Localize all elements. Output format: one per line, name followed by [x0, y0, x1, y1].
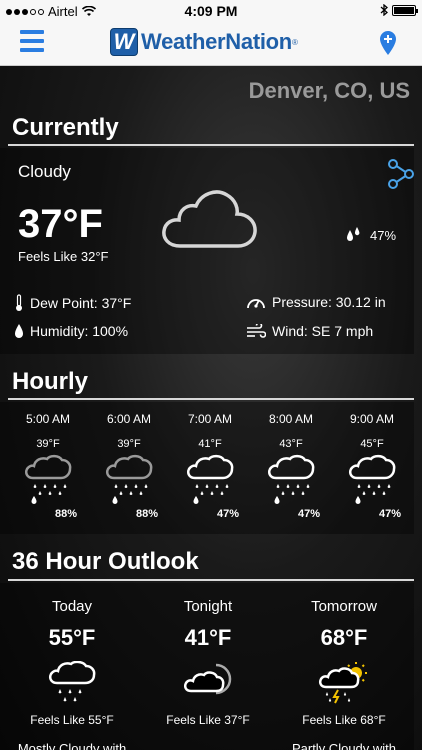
share-icon[interactable] [388, 159, 414, 189]
bluetooth-icon [380, 4, 388, 16]
cloudy-moon-icon [184, 663, 232, 695]
raindrops-icon [347, 227, 360, 241]
logo-registered-mark: ® [291, 37, 298, 47]
hourly-item: 6:00 AM 39°F 88% [94, 412, 164, 520]
cloudy-icon [162, 190, 257, 248]
hourly-item: 7:00 AM 41°F 47% [175, 412, 245, 520]
hourly-time: 9:00 AM [349, 412, 395, 426]
hourly-temp: 45°F [360, 438, 384, 450]
rain-cloud-icon [106, 454, 153, 504]
humidity-text: Humidity: 100% [30, 323, 129, 339]
hourly-time: 7:00 AM [187, 412, 233, 426]
hourly-precip: 88% [55, 508, 78, 520]
weathernation-logo: W WeatherNation ® [110, 28, 298, 56]
rain-cloud-icon [268, 454, 315, 504]
wind-icon [247, 324, 266, 338]
hourly-item: 9:00 AM 45°F 47% [337, 412, 407, 520]
dew-point-text: Dew Point: 37°F [30, 295, 132, 311]
outlook-temp: 41°F [184, 625, 232, 650]
hourly-temp: 39°F [117, 438, 141, 450]
hourly-time: 8:00 AM [268, 412, 314, 426]
nav-bar: W WeatherNation ® [0, 22, 422, 66]
outlook-item: Tomorrow 68°F Feels Like 68°F Partly Clo… [279, 598, 409, 750]
hourly-divider [8, 398, 414, 400]
outlook-title: 36 Hour Outlook [12, 548, 199, 575]
hourly-precip: 47% [217, 508, 240, 520]
logo-text: WeatherNation [141, 29, 292, 54]
outlook-feels-like: Feels Like 55°F [30, 713, 114, 727]
hourly-time: 5:00 AM [25, 412, 71, 426]
wind-detail: Wind: SE 7 mph [246, 323, 373, 339]
outlook-description: Mostly Cloudy with [17, 741, 127, 750]
hourly-precip: 88% [136, 508, 159, 520]
outlook-temp: 68°F [320, 625, 368, 650]
main-content[interactable]: Denver, CO, US Currently Cloudy 37°F Fee… [0, 66, 422, 750]
humidity-detail: Humidity: 100% [14, 323, 128, 339]
outlook-feels-like: Feels Like 37°F [166, 713, 250, 727]
outlook-label: Tomorrow [311, 598, 377, 615]
humidity-drop-icon [15, 324, 23, 338]
rain-cloud-icon [49, 661, 96, 702]
dew-point-detail: Dew Point: 37°F [14, 294, 131, 312]
hourly-temp: 43°F [279, 438, 303, 450]
location-pin-icon[interactable] [380, 31, 396, 55]
battery-icon [392, 4, 418, 16]
currently-divider [8, 144, 414, 146]
hourly-title: Hourly [12, 368, 89, 395]
outlook-item: Today 55°F Feels Like 55°F Mostly Cloudy… [7, 598, 137, 750]
current-feels-like: Feels Like 32°F [18, 249, 109, 264]
outlook-divider [8, 579, 414, 581]
menu-icon[interactable] [20, 30, 44, 54]
status-right [380, 4, 418, 16]
hourly-item: 8:00 AM 43°F 47% [256, 412, 326, 520]
outlook-label: Today [51, 598, 93, 615]
pressure-text: Pressure: 30.12 in [272, 294, 386, 310]
rain-cloud-icon [349, 454, 396, 504]
outlook-temp: 55°F [48, 625, 96, 650]
status-bar: Airtel 4:09 PM [0, 0, 422, 22]
wind-text: Wind: SE 7 mph [272, 323, 374, 339]
current-temperature: 37°F [18, 202, 103, 246]
pressure-gauge-icon [247, 299, 265, 309]
current-condition: Cloudy [18, 162, 71, 181]
hourly-time: 6:00 AM [106, 412, 152, 426]
rain-cloud-icon [187, 454, 234, 504]
hourly-temp: 41°F [198, 438, 222, 450]
status-time: 4:09 PM [184, 3, 238, 19]
hourly-item: 5:00 AM 39°F 88% [13, 412, 83, 520]
thermometer-icon [16, 294, 22, 311]
outlook-item: Tonight 41°F Feels Like 37°F [143, 598, 273, 741]
outlook-description: Partly Cloudy with [291, 741, 397, 750]
rain-cloud-icon [25, 454, 72, 504]
pressure-detail: Pressure: 30.12 in [246, 294, 386, 310]
location-name: Denver, CO, US [248, 78, 410, 103]
hourly-temp: 39°F [36, 438, 60, 450]
outlook-feels-like: Feels Like 68°F [302, 713, 386, 727]
sun-thunder-rain-icon [318, 662, 367, 704]
hourly-precip: 47% [379, 508, 402, 520]
hourly-precip: 47% [298, 508, 321, 520]
outlook-label: Tonight [183, 598, 233, 615]
current-precip-chance: 47% [370, 228, 397, 243]
currently-title: Currently [12, 114, 119, 141]
logo-badge: W [110, 28, 138, 56]
